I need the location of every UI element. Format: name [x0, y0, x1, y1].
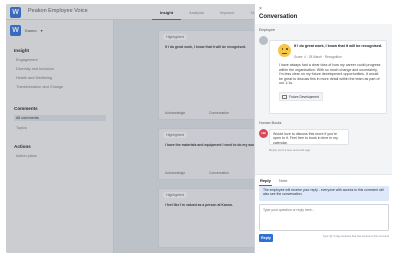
employee-label: Employee: [259, 28, 275, 32]
conversation-panel: × Conversation Employee If I do great wo…: [254, 4, 392, 253]
comment-quote: If I do great work, I know that it will …: [294, 44, 383, 48]
employee-comment: If I do great work, I know that it will …: [269, 40, 387, 114]
hr-label: Human Bucks: [259, 121, 282, 125]
send-reply-button[interactable]: Reply: [259, 234, 273, 242]
panel-title: Conversation: [259, 14, 298, 20]
reply-tabs: Reply Note: [255, 174, 392, 186]
conversation-thread: Employee If I do great work, I know that…: [255, 24, 392, 174]
hr-avatar: HB: [259, 129, 268, 138]
reply-timestamp: Reply sent a few seconds ago: [269, 148, 311, 152]
close-icon[interactable]: ×: [259, 6, 262, 12]
reply-input[interactable]: [259, 204, 389, 231]
topic-chip-label: Future Development: [289, 94, 319, 99]
comment-meta: Score: 4 · 28 March · Recognition: [294, 55, 342, 59]
sad-face-icon: [278, 44, 291, 57]
mention-hint: Type '@' to tag someone that has access …: [322, 235, 389, 238]
comment-answer: I have always had a clear idea of how my…: [279, 63, 381, 86]
tab-reply[interactable]: Reply: [260, 178, 271, 183]
calendar-icon: [282, 94, 287, 99]
reply-message: Would love to discuss this more if you'r…: [269, 129, 349, 145]
tab-note[interactable]: Note: [279, 178, 287, 183]
employee-avatar: [259, 36, 268, 45]
visibility-notice: The employee will receive your reply - e…: [259, 186, 389, 201]
topic-chip[interactable]: Future Development: [279, 92, 323, 101]
